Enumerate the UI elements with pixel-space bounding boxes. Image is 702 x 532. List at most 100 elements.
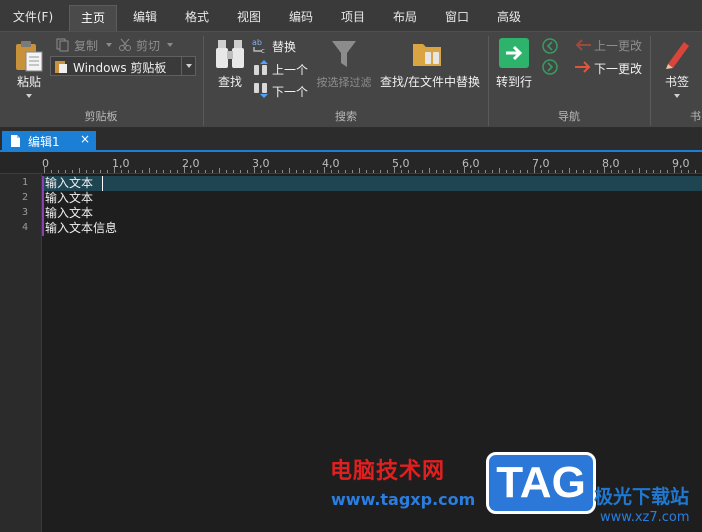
watermark-tag-text: TAG <box>496 458 586 507</box>
ruler-tick <box>681 170 682 173</box>
chevron-down-icon <box>186 64 192 68</box>
ruler-tick <box>604 167 605 173</box>
ruler-tick <box>268 170 269 173</box>
ruler-tick <box>653 170 654 173</box>
nav-forward-icon[interactable] <box>542 59 558 75</box>
menu-layout[interactable]: 布局 <box>383 5 427 31</box>
menu-file[interactable]: 文件(F) <box>6 5 60 31</box>
text-caret <box>102 176 103 191</box>
document-icon <box>11 135 20 147</box>
ruler-tick <box>548 170 549 173</box>
ruler-tick <box>646 170 647 173</box>
code-line[interactable]: 输入文本 <box>45 206 93 221</box>
code-line[interactable]: 输入文本 <box>45 176 93 191</box>
ruler-tick <box>485 170 486 173</box>
ruler-tick <box>191 170 192 173</box>
ruler-tick <box>429 168 430 173</box>
ruler-tick <box>541 170 542 173</box>
ruler: 0 1,0 2,0 3,0 4,0 5,0 6,0 7,0 8,0 9,0 <box>0 152 702 174</box>
nav-back-icon[interactable] <box>542 38 558 54</box>
ruler-tick <box>387 170 388 173</box>
menu-home[interactable]: 主页 <box>69 5 117 31</box>
menu-advanced[interactable]: 高级 <box>487 5 531 31</box>
ruler-tick <box>289 168 290 173</box>
menu-format[interactable]: 格式 <box>175 5 219 31</box>
ruler-tick <box>667 170 668 173</box>
ruler-tick <box>156 170 157 173</box>
menu-edit[interactable]: 编辑 <box>123 5 167 31</box>
ruler-tick <box>331 170 332 173</box>
close-icon[interactable]: × <box>80 132 90 146</box>
ruler-tick <box>366 170 367 173</box>
ribbon: 粘贴 复制 剪切 Windows 剪贴板 剪贴板 查找 ab c 替换 上一个 … <box>0 32 702 128</box>
watermark-brand-url: www.xz7.com <box>600 510 690 525</box>
ruler-tick <box>534 167 535 173</box>
ruler-tick <box>310 170 311 173</box>
replace-icon: ab c <box>252 38 265 53</box>
paste-label: 粘贴 <box>16 75 41 89</box>
copy-dropdown-icon <box>106 43 112 47</box>
ruler-tick <box>205 170 206 173</box>
ruler-tick <box>450 170 451 173</box>
ruler-tick <box>639 168 640 173</box>
ruler-tick <box>695 170 696 173</box>
menu-encoding[interactable]: 编码 <box>279 5 323 31</box>
ruler-tick <box>611 170 612 173</box>
ruler-tick <box>338 170 339 173</box>
menu-project[interactable]: 项目 <box>331 5 375 31</box>
ruler-tick <box>79 168 80 173</box>
ruler-tick <box>345 170 346 173</box>
ruler-tick <box>184 167 185 173</box>
ruler-tick <box>394 167 395 173</box>
binoculars-icon <box>216 40 244 68</box>
menu-bar: 文件(F) 主页 编辑 格式 视图 编码 项目 布局 窗口 高级 <box>0 0 702 32</box>
clipboard-icon <box>55 61 67 73</box>
clipboard-select-toggle[interactable] <box>181 57 195 75</box>
ruler-tick <box>324 167 325 173</box>
group-label-clipboard: 剪贴板 <box>84 110 118 123</box>
ruler-tick <box>527 170 528 173</box>
find-in-files-label: 查找/在文件中替换 <box>379 75 481 89</box>
ruler-tick <box>219 168 220 173</box>
clipboard-select[interactable]: Windows 剪贴板 <box>50 56 196 76</box>
paste-dropdown-icon <box>26 94 32 98</box>
paste-icon <box>16 41 43 72</box>
ruler-tick <box>415 170 416 173</box>
ruler-tick <box>499 168 500 173</box>
find-next-label: 下一个 <box>272 85 309 99</box>
ruler-tick <box>114 167 115 173</box>
document-tab[interactable]: 编辑1 × <box>2 131 96 150</box>
group-label-bookmarks: 书 <box>690 110 701 123</box>
ruler-tick <box>583 170 584 173</box>
ruler-tick <box>380 170 381 173</box>
ruler-tick <box>212 170 213 173</box>
group-label-navigation: 导航 <box>558 110 580 123</box>
code-line[interactable]: 输入文本信息 <box>45 221 117 236</box>
ruler-tick <box>135 170 136 173</box>
copy-label: 复制 <box>74 39 99 53</box>
ruler-tick <box>317 170 318 173</box>
goto-arrow-icon <box>499 38 529 68</box>
find-previous-icon <box>254 60 268 75</box>
ruler-tick <box>688 170 689 173</box>
ruler-tick <box>632 170 633 173</box>
cut-label: 剪切 <box>136 39 161 53</box>
ruler-tick <box>359 168 360 173</box>
code-line[interactable]: 输入文本 <box>45 191 93 206</box>
menu-window[interactable]: 窗口 <box>435 5 479 31</box>
ruler-tick <box>86 170 87 173</box>
ruler-tick <box>282 170 283 173</box>
ruler-tick <box>275 170 276 173</box>
ruler-tick <box>373 170 374 173</box>
ruler-tick <box>555 170 556 173</box>
ruler-tick <box>408 170 409 173</box>
line-number: 1 <box>21 177 28 188</box>
line-number: 3 <box>21 207 28 218</box>
folder-search-icon <box>413 44 441 66</box>
change-marker <box>42 221 44 236</box>
find-prev-label: 上一个 <box>272 63 309 77</box>
menu-view[interactable]: 视图 <box>227 5 271 31</box>
ruler-tick <box>261 170 262 173</box>
ruler-tick <box>401 170 402 173</box>
ruler-tick <box>296 170 297 173</box>
